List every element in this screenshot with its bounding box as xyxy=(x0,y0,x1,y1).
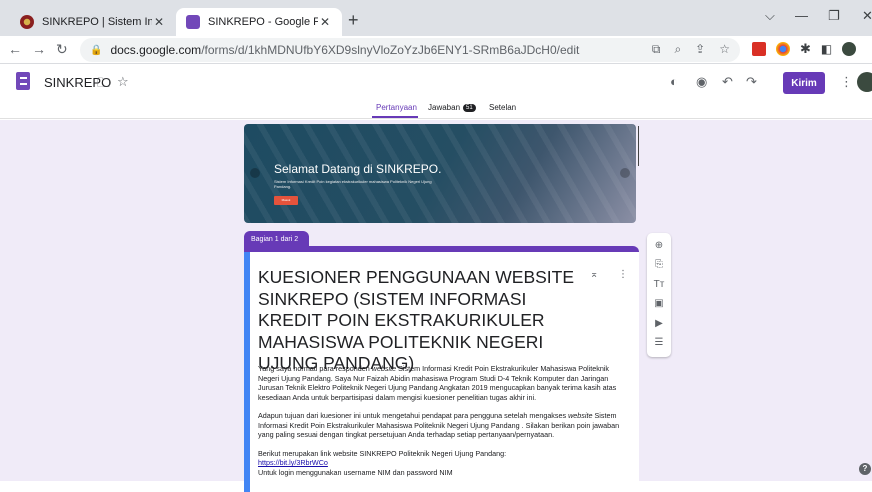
google-forms-favicon-icon xyxy=(186,15,200,29)
help-icon[interactable]: ? xyxy=(859,463,871,475)
minimize-icon[interactable]: — xyxy=(795,8,808,23)
header-image[interactable]: Selamat Datang di SINKREPO. Sistem Infor… xyxy=(244,124,636,223)
avatar[interactable] xyxy=(857,72,872,92)
add-title-description-icon[interactable]: Tт xyxy=(652,278,666,292)
form-title[interactable]: KUESIONER PENGGUNAAN WEBSITE SINKREPO (S… xyxy=(258,267,578,375)
tab-title: SINKREPO | Sistem Informasi Kre xyxy=(42,16,152,28)
tab-title: SINKREPO - Google Formulir xyxy=(208,16,318,28)
close-window-icon[interactable]: ✕ xyxy=(862,8,872,24)
add-video-icon[interactable]: ▶ xyxy=(652,317,666,331)
carousel-next-icon xyxy=(620,168,630,178)
carousel-prev-icon xyxy=(250,168,260,178)
banner-heading: Selamat Datang di SINKREPO. xyxy=(274,162,442,176)
add-question-icon[interactable]: ⊕ xyxy=(652,239,666,253)
extension-color-icon[interactable] xyxy=(776,42,790,56)
new-tab-button[interactable]: + xyxy=(348,11,359,29)
lock-icon: 🔒 xyxy=(90,44,103,56)
address-bar[interactable]: 🔒 docs.google.com/forms/d/1khMDNUfbY6XD9… xyxy=(80,38,740,62)
zoom-icon[interactable]: ⌕ xyxy=(674,42,681,57)
active-card-indicator xyxy=(244,252,250,492)
translate-icon[interactable]: ⧉ xyxy=(652,42,661,57)
floating-toolbar: ⊕ ⎘ Tт ▣ ▶ ☰ xyxy=(647,233,671,357)
bookmark-star-icon[interactable]: ☆ xyxy=(719,42,730,57)
undo-icon[interactable]: ↶ xyxy=(722,74,733,90)
tab-settings[interactable]: Setelan xyxy=(489,103,516,112)
form-tabs: Pertanyaan Jawaban 51 Setelan xyxy=(0,99,872,119)
scrollbar[interactable] xyxy=(638,126,639,166)
profile-avatar-icon[interactable] xyxy=(842,42,857,56)
preview-eye-icon[interactable]: ◉ xyxy=(696,74,707,90)
browser-tab-strip: SINKREPO | Sistem Informasi Kre ✕ SINKRE… xyxy=(0,0,872,36)
browser-tab-sinkrepo[interactable]: SINKREPO | Sistem Informasi Kre ✕ xyxy=(10,8,176,36)
description-paragraph: Adapun tujuan dari kuesioner ini untuk m… xyxy=(258,411,620,439)
description-link-intro: Berikut merupakan link website SINKREPO … xyxy=(258,448,507,458)
extension-mendeley-icon[interactable] xyxy=(752,42,766,56)
reload-icon[interactable]: ↻ xyxy=(56,41,68,58)
description-login-note: Untuk login menggunakan username NIM dan… xyxy=(258,467,453,477)
more-options-icon[interactable]: ⋮ xyxy=(840,74,853,90)
folder-icon[interactable]: 🗀 xyxy=(97,74,110,96)
import-questions-icon[interactable]: ⎘ xyxy=(652,258,666,272)
extensions-puzzle-icon[interactable]: ✱ xyxy=(800,41,811,57)
sinkrepo-favicon-icon xyxy=(20,15,34,29)
browser-toolbar: ← → ↻ 🔒 docs.google.com/forms/d/1khMDNUf… xyxy=(0,36,872,64)
google-forms-logo-icon[interactable] xyxy=(16,72,30,90)
form-description[interactable]: Yang saya hormati para responden website… xyxy=(258,364,628,477)
palette-icon[interactable]: ◐ xyxy=(670,74,678,89)
section-more-options-icon[interactable]: ⋮ xyxy=(618,269,628,280)
share-icon[interactable]: ⇪ xyxy=(695,42,705,57)
extensions-area: ✱ ◧ xyxy=(752,41,857,57)
active-tab-indicator xyxy=(372,116,418,118)
sinkrepo-link[interactable]: https://bit.ly/3RbrWCo xyxy=(258,458,328,467)
collapse-section-icon[interactable]: ⌅ xyxy=(590,269,598,280)
responses-count-badge: 51 xyxy=(463,103,476,112)
forms-header: SINKREPO 🗀 ☆ ◐ ◉ ↶ ↷ Kirim ⋮ xyxy=(0,65,872,99)
tab-search-chevron-icon[interactable]: ⌵ xyxy=(765,8,775,24)
banner-login-button: Masuk xyxy=(274,196,298,205)
star-icon[interactable]: ☆ xyxy=(117,74,129,90)
restore-icon[interactable]: ❐ xyxy=(828,8,840,24)
send-button[interactable]: Kirim xyxy=(783,72,825,94)
url-host: docs.google.com xyxy=(110,43,202,57)
tab-questions[interactable]: Pertanyaan xyxy=(376,103,417,112)
add-section-icon[interactable]: ☰ xyxy=(652,336,666,350)
banner-subtitle: Sistem Informasi Kredit Poin kegiatan ek… xyxy=(274,179,432,189)
form-title-card[interactable]: KUESIONER PENGGUNAAN WEBSITE SINKREPO (S… xyxy=(244,246,639,492)
close-tab-icon[interactable]: ✕ xyxy=(318,15,332,29)
side-panel-icon[interactable]: ◧ xyxy=(821,42,832,56)
url-path: /forms/d/1khMDNUfbY6XD9slnyVloZoYzJb6ENY… xyxy=(201,43,580,57)
description-paragraph: Yang saya hormati para responden website… xyxy=(258,364,617,402)
add-image-icon[interactable]: ▣ xyxy=(652,297,666,311)
tab-responses[interactable]: Jawaban 51 xyxy=(428,103,476,112)
back-icon[interactable]: ← xyxy=(8,41,22,57)
redo-icon[interactable]: ↷ xyxy=(746,74,757,90)
close-tab-icon[interactable]: ✕ xyxy=(152,15,166,29)
tab-responses-label: Jawaban xyxy=(428,103,461,112)
forward-icon[interactable]: → xyxy=(32,41,46,57)
browser-tab-google-forms[interactable]: SINKREPO - Google Formulir ✕ xyxy=(176,8,342,36)
